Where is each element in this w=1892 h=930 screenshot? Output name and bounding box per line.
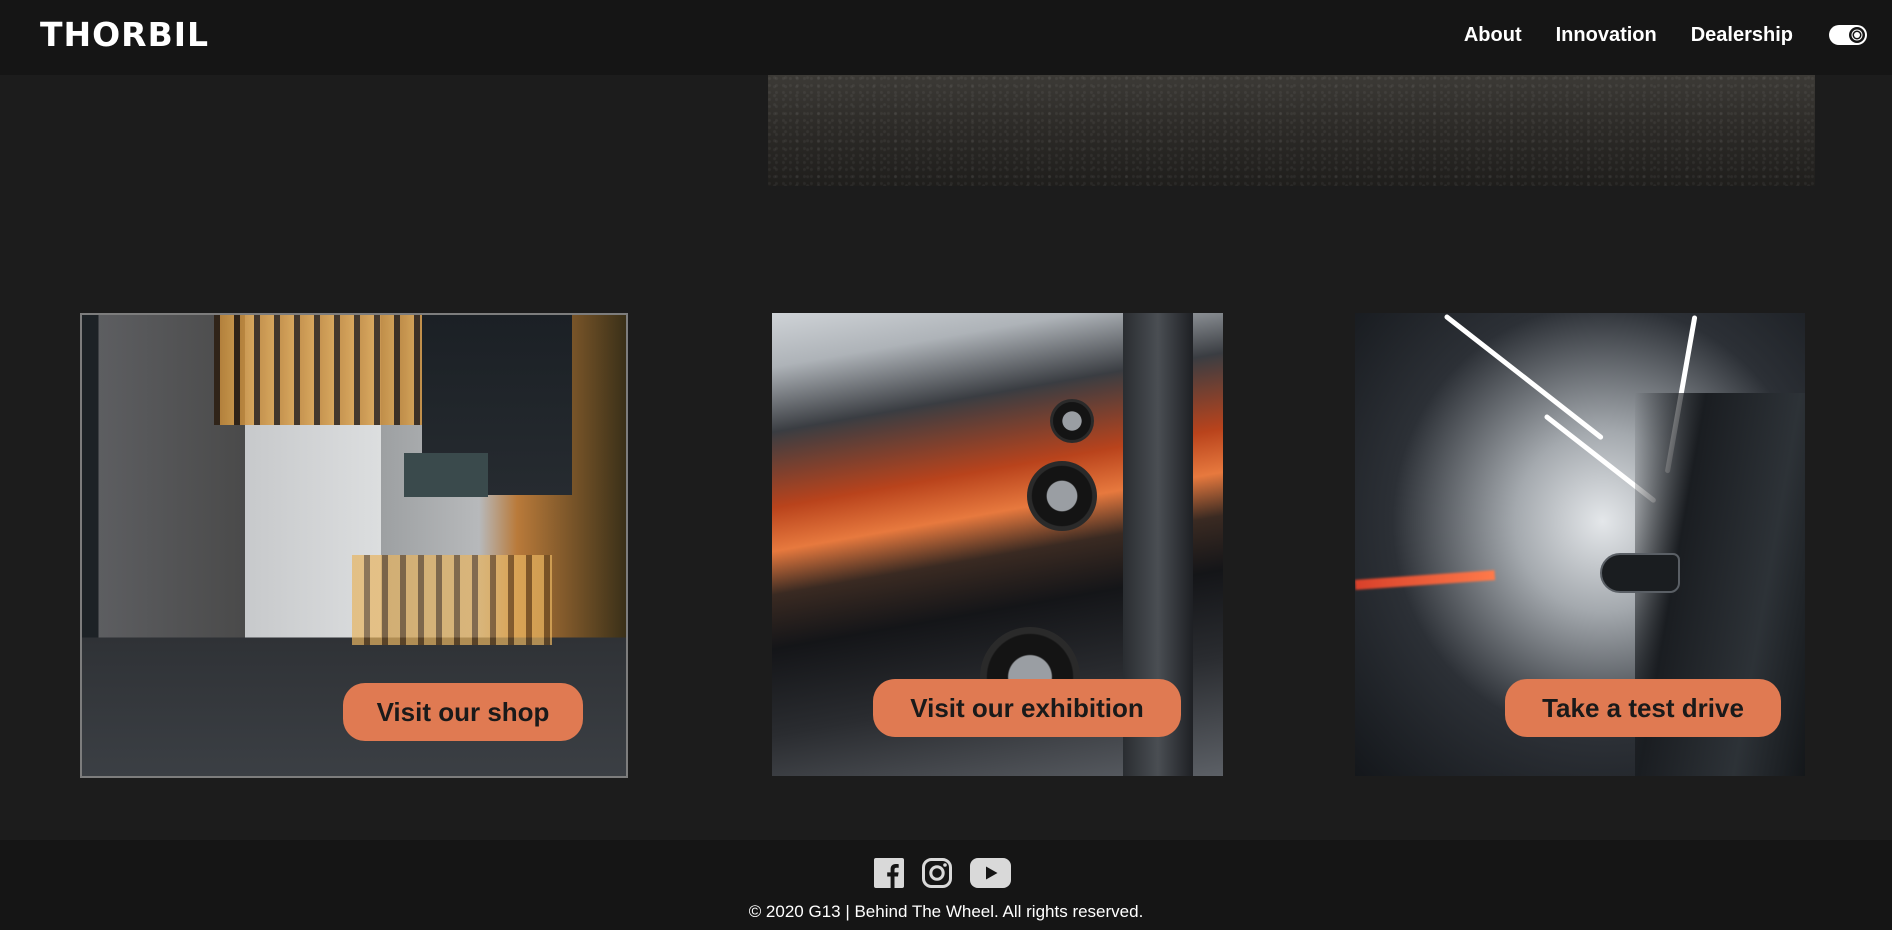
copyright-text: © 2020 G13 | Behind The Wheel. All right…: [748, 902, 1144, 921]
nav-link-innovation[interactable]: Innovation: [1556, 24, 1657, 47]
test-drive-card: Take a test drive: [1355, 313, 1805, 776]
hero-road-image: [768, 75, 1815, 186]
nav-link-dealership[interactable]: Dealership: [1691, 24, 1793, 47]
footer: © 2020 G13 | Behind The Wheel. All right…: [0, 840, 1892, 930]
visit-shop-button[interactable]: Visit our shop: [343, 683, 583, 741]
brand-logo[interactable]: THORBIL: [40, 17, 209, 53]
test-drive-button[interactable]: Take a test drive: [1505, 679, 1781, 737]
exhibition-card: Visit our exhibition: [772, 313, 1223, 776]
social-links: [0, 858, 1892, 888]
nav-links: About Innovation Dealership: [1464, 0, 1892, 70]
sun-toggle-icon: [1849, 27, 1865, 43]
nav-link-about[interactable]: About: [1464, 24, 1522, 47]
visit-exhibition-button[interactable]: Visit our exhibition: [873, 679, 1181, 737]
theme-toggle[interactable]: [1829, 25, 1867, 45]
youtube-icon[interactable]: [969, 858, 1011, 888]
instagram-icon[interactable]: [921, 858, 952, 888]
shop-card: Visit our shop: [80, 313, 628, 778]
facebook-icon[interactable]: [873, 858, 904, 888]
top-navbar: THORBIL About Innovation Dealership: [0, 0, 1892, 75]
